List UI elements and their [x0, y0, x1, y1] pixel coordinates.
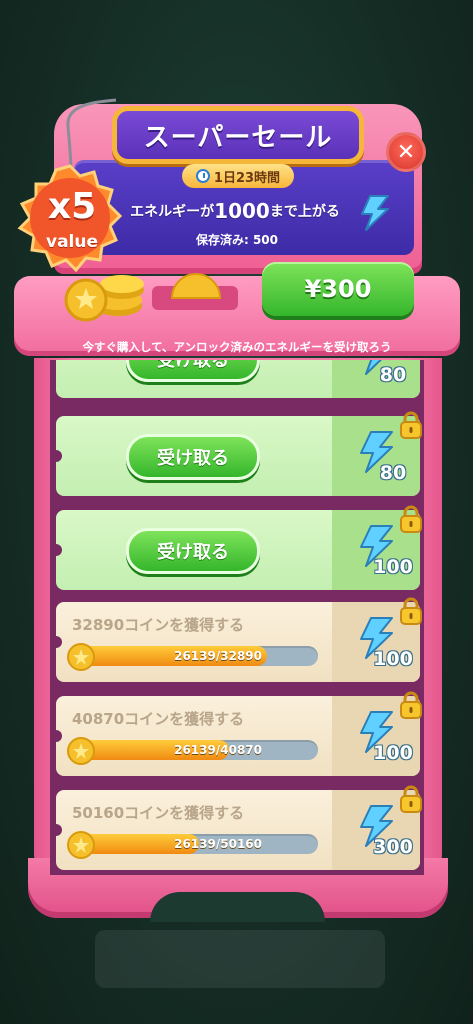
padlock-icon: [400, 411, 422, 439]
padlock-icon: [400, 785, 422, 813]
energy-amount: 80: [379, 364, 407, 386]
task-title: 32890コインを獲得する: [72, 616, 245, 634]
promo-text: エネルギーが 1000 まで上がる: [110, 198, 360, 224]
star-coin-icon: [67, 831, 95, 859]
ticket-notch: [50, 824, 62, 836]
timer-text: 1日23時間: [213, 170, 281, 186]
task-title: 50160コインを獲得する: [72, 804, 245, 822]
promo-amount: 1000: [214, 199, 270, 223]
purchase-hint: 今すぐ購入して、アンロック済みのエネルギーを受け取ろう: [82, 340, 392, 354]
badge-label: value: [45, 232, 98, 252]
badge-multiplier: x5: [47, 186, 97, 227]
reward-row: 40870コインを獲得する 26139/40870 100: [50, 691, 422, 776]
padlock-icon: [400, 597, 422, 625]
star-coin-icon: [168, 273, 224, 302]
energy-amount: 80: [379, 462, 407, 484]
padlock-icon: [400, 505, 422, 533]
claim-button[interactable]: 受け取る: [126, 528, 260, 574]
coin-pile-icon: [64, 275, 144, 322]
sale-title: スーパーセール: [112, 106, 364, 164]
close-icon: ✕: [396, 139, 416, 165]
task-title: 40870コインを獲得する: [72, 710, 245, 728]
machine-foot-gap: [150, 892, 325, 922]
ticket-notch: [50, 636, 62, 648]
saved-energy: 保存済み: 500: [195, 233, 279, 247]
progress-bar: 26139/40870: [70, 740, 318, 760]
reward-row: 受け取る 80: [56, 360, 420, 398]
progress-text: 26139/50160: [174, 837, 262, 851]
promo-prefix: エネルギーが: [130, 204, 215, 220]
star-coin-icon: [67, 737, 95, 765]
star-coin-icon: [67, 643, 95, 671]
energy-amount: 100: [373, 742, 413, 764]
timer-badge: 1日23時間: [182, 164, 294, 188]
progress-text: 26139/32890: [174, 649, 262, 663]
reward-row: 受け取る 80: [50, 411, 422, 496]
energy-amount: 100: [373, 556, 413, 578]
ticket-notch: [50, 544, 62, 556]
progress-text: 26139/40870: [174, 743, 262, 757]
clock-icon: [195, 169, 210, 183]
promo-suffix: まで上がる: [269, 204, 340, 220]
progress-bar: 26139/32890: [70, 646, 318, 666]
ticket-notch: [50, 450, 62, 462]
reward-row: 受け取る 100: [50, 505, 422, 590]
buy-price-button[interactable]: ¥300: [262, 262, 414, 316]
claim-button[interactable]: 受け取る: [126, 434, 260, 480]
padlock-icon: [400, 691, 422, 719]
energy-amount: 100: [373, 648, 413, 670]
lightning-bolt-icon: [361, 195, 389, 231]
background-bottom-bar: [95, 930, 385, 988]
progress-bar: 26139/50160: [70, 834, 318, 854]
claim-button[interactable]: 受け取る: [126, 360, 260, 382]
reward-list[interactable]: 受け取る 80 受け取る 80 受け取る 100 32890コインを獲得する 2…: [50, 360, 424, 875]
reward-row: 32890コインを獲得する 26139/32890 100: [50, 597, 422, 682]
close-button[interactable]: ✕: [386, 132, 426, 172]
energy-amount: 300: [373, 836, 413, 858]
reward-row: 50160コインを獲得する 26139/50160 300: [50, 785, 422, 870]
ticket-notch: [50, 730, 62, 742]
